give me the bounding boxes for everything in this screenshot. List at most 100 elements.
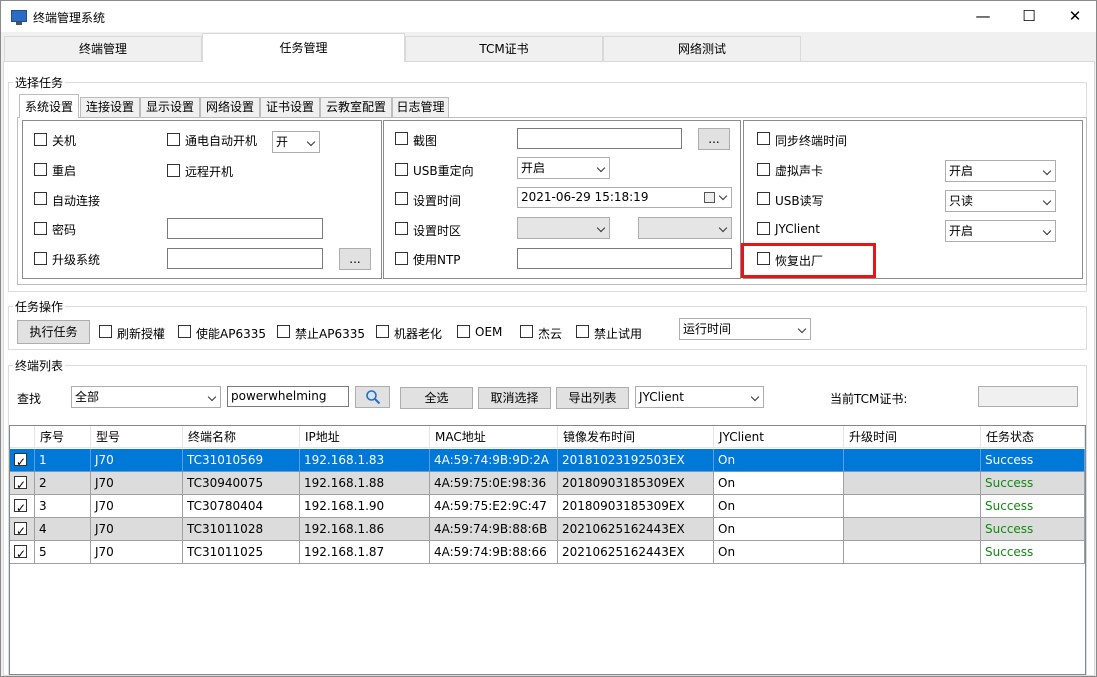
row-checkbox[interactable] (14, 451, 27, 471)
set-timezone-checkbox[interactable] (395, 222, 408, 235)
column-header-upgrade-time[interactable]: 升级时间 (844, 426, 981, 448)
cell-ip: 192.168.1.83 (300, 449, 430, 472)
upgrade-checkbox[interactable] (34, 252, 47, 265)
virtual-sound-select[interactable]: 开启 (945, 160, 1056, 182)
cell-ip: 192.168.1.90 (300, 495, 430, 518)
terminal-table: 序号 型号 终端名称 IP地址 MAC地址 镜像发布时间 JYClient 升级… (9, 425, 1086, 675)
tab-terminal-management[interactable]: 终端管理 (4, 36, 202, 61)
filter-select[interactable]: 全部 (71, 386, 221, 408)
screenshot-browse-button[interactable]: ... (698, 128, 730, 150)
restart-checkbox[interactable] (34, 163, 47, 176)
row-checkbox[interactable] (14, 543, 27, 563)
row-checkbox[interactable] (14, 474, 27, 494)
cell-image-time: 20181023192503EX (558, 449, 714, 472)
column-header-image-time[interactable]: 镜像发布时间 (558, 426, 714, 448)
subtab-display-settings[interactable]: 显示设置 (140, 97, 200, 117)
timezone-region-select[interactable] (517, 217, 610, 239)
runtime-select[interactable]: 运行时间 (679, 318, 811, 340)
column-header-status[interactable]: 任务状态 (981, 426, 1085, 448)
power-on-auto-select[interactable]: 开 (272, 131, 320, 153)
deselect-button[interactable]: 取消选择 (478, 387, 551, 409)
remote-boot-checkbox[interactable] (167, 164, 180, 177)
password-checkbox[interactable] (34, 222, 47, 235)
tab-network-test[interactable]: 网络测试 (603, 36, 801, 61)
sync-time-checkbox[interactable] (757, 132, 770, 145)
chevron-down-icon (1042, 196, 1052, 206)
select-all-button[interactable]: 全选 (400, 387, 473, 409)
cell-mac: 4A:59:75:0E:98:36 (430, 472, 558, 495)
subtab-certificate-settings[interactable]: 证书设置 (260, 97, 320, 117)
execute-task-button[interactable]: 执行任务 (17, 320, 90, 344)
datetime-picker[interactable]: 2021-06-29 15:18:19 (517, 187, 732, 208)
aging-checkbox[interactable] (376, 325, 389, 338)
jieyun-checkbox[interactable] (520, 325, 533, 338)
maximize-button[interactable]: ☐ (1006, 1, 1052, 32)
terminal-list-label: 终端列表 (13, 357, 66, 374)
table-row[interactable]: 2 J70 TC30940075 192.168.1.88 4A:59:75:0… (10, 472, 1085, 495)
column-header-index[interactable]: 序号 (35, 426, 91, 448)
usb-redirect-checkbox[interactable] (395, 163, 408, 176)
password-input[interactable] (167, 218, 323, 239)
tcm-cert-field (978, 386, 1078, 407)
tab-task-management[interactable]: 任务管理 (202, 33, 405, 62)
cell-name: TC31011025 (183, 541, 300, 564)
cell-mac: 4A:59:74:9B:88:66 (430, 541, 558, 564)
tab-tcm-certificate[interactable]: TCM证书 (405, 36, 603, 61)
timezone-city-select[interactable] (638, 217, 732, 239)
column-header-model[interactable]: 型号 (91, 426, 183, 448)
export-list-button[interactable]: 导出列表 (556, 387, 629, 409)
no-trial-checkbox[interactable] (576, 325, 589, 338)
client-select[interactable]: JYClient (635, 386, 764, 408)
subtab-network-settings[interactable]: 网络设置 (200, 97, 260, 117)
disable-ap-checkbox[interactable] (277, 325, 290, 338)
virtual-sound-checkbox[interactable] (757, 163, 770, 176)
search-button[interactable] (355, 386, 390, 408)
upgrade-path-input[interactable] (167, 248, 323, 269)
cell-index: 1 (35, 449, 91, 472)
row-checkbox[interactable] (14, 497, 27, 517)
usb-redirect-select[interactable]: 开启 (517, 157, 610, 179)
column-header-jyclient[interactable]: JYClient (714, 426, 844, 448)
jyclient-select[interactable]: 开启 (945, 220, 1056, 242)
cell-jyclient: On (714, 495, 844, 518)
use-ntp-checkbox[interactable] (395, 252, 408, 265)
usb-rw-select[interactable]: 只读 (945, 190, 1056, 212)
minimize-button[interactable]: — (960, 1, 1006, 32)
table-row[interactable]: 4 J70 TC31011028 192.168.1.86 4A:59:74:9… (10, 518, 1085, 541)
column-header-check[interactable] (10, 426, 35, 448)
screenshot-path-input[interactable] (517, 128, 682, 149)
usb-rw-label: USB读写 (775, 194, 824, 208)
sync-time-label: 同步终端时间 (775, 134, 848, 148)
window-title: 终端管理系统 (33, 11, 106, 25)
ntp-server-input[interactable] (517, 248, 732, 269)
subtab-log-management[interactable]: 日志管理 (392, 97, 449, 117)
table-row[interactable]: 1 J70 TC31010569 192.168.1.83 4A:59:74:9… (10, 449, 1085, 472)
screenshot-checkbox[interactable] (395, 132, 408, 145)
table-row[interactable]: 3 J70 TC30780404 192.168.1.90 4A:59:75:E… (10, 495, 1085, 518)
cell-status: Success (981, 495, 1085, 518)
subtab-cloud-classroom[interactable]: 云教室配置 (320, 97, 392, 117)
search-input[interactable]: powerwhelming (227, 386, 349, 407)
jyclient-checkbox[interactable] (757, 222, 770, 235)
subtab-connection-settings[interactable]: 连接设置 (80, 97, 140, 117)
row-checkbox[interactable] (14, 520, 27, 540)
close-button[interactable]: ✕ (1052, 1, 1096, 32)
set-time-checkbox[interactable] (395, 192, 408, 205)
column-header-ip[interactable]: IP地址 (300, 426, 430, 448)
upgrade-browse-button[interactable]: ... (339, 248, 371, 270)
table-row[interactable]: 5 J70 TC31011025 192.168.1.87 4A:59:74:9… (10, 541, 1085, 564)
cell-model: J70 (91, 541, 183, 564)
refresh-auth-checkbox[interactable] (99, 325, 112, 338)
power-on-auto-checkbox[interactable] (167, 133, 180, 146)
usb-rw-checkbox[interactable] (757, 192, 770, 205)
column-header-name[interactable]: 终端名称 (183, 426, 300, 448)
enable-ap-checkbox[interactable] (178, 325, 191, 338)
shutdown-checkbox[interactable] (34, 133, 47, 146)
column-header-mac[interactable]: MAC地址 (430, 426, 558, 448)
oem-checkbox[interactable] (457, 325, 470, 338)
password-label: 密码 (52, 223, 77, 237)
subtab-system-settings[interactable]: 系统设置 (19, 94, 79, 118)
select-task-label: 选择任务 (13, 74, 66, 91)
cell-image-time: 20180903185309EX (558, 472, 714, 495)
auto-connect-checkbox[interactable] (34, 192, 47, 205)
